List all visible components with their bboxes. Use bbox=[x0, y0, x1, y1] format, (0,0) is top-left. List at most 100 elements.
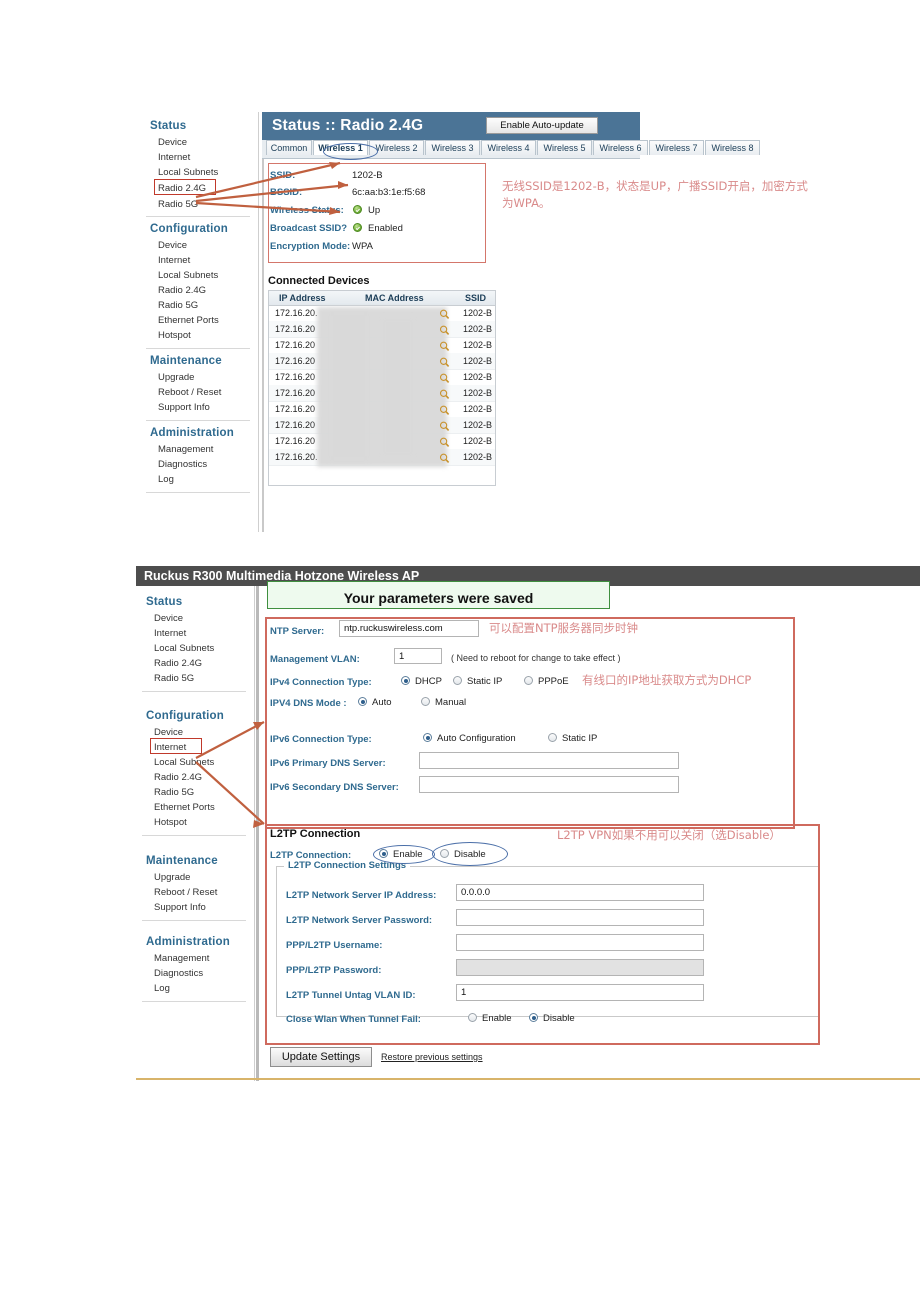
search-icon[interactable] bbox=[439, 355, 450, 367]
p2-sidebar-item-reboot-reset[interactable]: Reboot / Reset bbox=[154, 887, 217, 898]
tab-wireless-6[interactable]: Wireless 6 bbox=[593, 140, 648, 155]
p2-sidebar-item-upgrade[interactable]: Upgrade bbox=[154, 872, 190, 883]
broadcast-ssid-label: Broadcast SSID? bbox=[270, 223, 348, 234]
l2tp-server-password-label: L2TP Network Server Password: bbox=[286, 915, 433, 926]
sidebar-item-upgrade[interactable]: Upgrade bbox=[158, 372, 194, 383]
close-wlan-radio-disable[interactable] bbox=[529, 1013, 538, 1022]
p2-sidebar-item-radio-5g[interactable]: Radio 5G bbox=[154, 673, 194, 684]
tab-wireless-3[interactable]: Wireless 3 bbox=[425, 140, 480, 155]
ipv4-dns-radio-auto[interactable] bbox=[358, 697, 367, 706]
ipv4-radio-pppoe-label: PPPoE bbox=[538, 676, 569, 687]
ipv4-radio-dhcp[interactable] bbox=[401, 676, 410, 685]
sidebar-item-log[interactable]: Log bbox=[158, 474, 174, 485]
p2-sidebar-item-support-info[interactable]: Support Info bbox=[154, 902, 206, 913]
wireless-info-block: SSID: 1202-B BSSID: 6c:aa:b3:1e:f5:68 Wi… bbox=[270, 166, 480, 274]
cell-ip-address: 172.16.20 bbox=[275, 420, 316, 430]
tab-wireless-4[interactable]: Wireless 4 bbox=[481, 140, 536, 155]
p2-sidebar-divider-3 bbox=[142, 920, 246, 921]
sidebar-item-cfg-internet[interactable]: Internet bbox=[158, 255, 190, 266]
tab-wireless-7[interactable]: Wireless 7 bbox=[649, 140, 704, 155]
p2-sidebar-item-log[interactable]: Log bbox=[154, 983, 170, 994]
p2-sidebar-group-configuration: Configuration bbox=[146, 710, 224, 722]
search-icon[interactable] bbox=[439, 323, 450, 335]
ipv6-primary-dns-label: IPv6 Primary DNS Server: bbox=[270, 758, 386, 769]
p2-sidebar-item-cfg-hotspot[interactable]: Hotspot bbox=[154, 817, 187, 828]
sidebar-item-reboot-reset[interactable]: Reboot / Reset bbox=[158, 387, 221, 398]
restore-previous-settings-link[interactable]: Restore previous settings bbox=[381, 1052, 483, 1062]
sidebar-item-radio-5g[interactable]: Radio 5G bbox=[158, 199, 198, 210]
ntp-server-input[interactable]: ntp.ruckuswireless.com bbox=[339, 620, 479, 637]
p2-sidebar-item-local-subnets[interactable]: Local Subnets bbox=[154, 643, 214, 654]
bssid-value: 6c:aa:b3:1e:f5:68 bbox=[352, 187, 426, 198]
l2tp-server-ip-input[interactable]: 0.0.0.0 bbox=[456, 884, 704, 901]
sidebar-group-configuration: Configuration bbox=[150, 223, 228, 235]
cell-ip-address: 172.16.20. bbox=[275, 308, 318, 318]
tab-common[interactable]: Common bbox=[266, 140, 312, 155]
sidebar-item-local-subnets[interactable]: Local Subnets bbox=[158, 167, 218, 178]
sidebar-divider-2 bbox=[146, 348, 250, 349]
ipv6-secondary-dns-input[interactable] bbox=[419, 776, 679, 793]
cell-ip-address: 172.16.20 bbox=[275, 404, 316, 414]
redacted-mac-column-2 bbox=[329, 311, 369, 461]
panel1-content-divider bbox=[262, 112, 264, 532]
search-icon[interactable] bbox=[439, 451, 450, 463]
sidebar-item-management[interactable]: Management bbox=[158, 444, 213, 455]
search-icon[interactable] bbox=[439, 339, 450, 351]
ipv6-primary-dns-input[interactable] bbox=[419, 752, 679, 769]
p2-sidebar-item-cfg-device[interactable]: Device bbox=[154, 727, 183, 738]
search-icon[interactable] bbox=[439, 371, 450, 383]
ipv6-radio-auto-config[interactable] bbox=[423, 733, 432, 742]
ipv4-radio-static-ip-label: Static IP bbox=[467, 676, 503, 687]
l2tp-untag-vlan-input[interactable]: 1 bbox=[456, 984, 704, 1001]
sidebar-item-cfg-device[interactable]: Device bbox=[158, 240, 187, 251]
ipv4-dns-radio-manual[interactable] bbox=[421, 697, 430, 706]
ppp-l2tp-username-input[interactable] bbox=[456, 934, 704, 951]
sidebar-item-cfg-hotspot[interactable]: Hotspot bbox=[158, 330, 191, 341]
ipv4-radio-static-ip[interactable] bbox=[453, 676, 462, 685]
search-icon[interactable] bbox=[439, 435, 450, 447]
sidebar-item-cfg-radio-5g[interactable]: Radio 5G bbox=[158, 300, 198, 311]
p2-sidebar-item-internet[interactable]: Internet bbox=[154, 628, 186, 639]
p2-sidebar-item-cfg-radio-5g[interactable]: Radio 5G bbox=[154, 787, 194, 798]
p2-sidebar-divider-2 bbox=[142, 835, 246, 836]
p2-sidebar-item-cfg-ethernet-ports[interactable]: Ethernet Ports bbox=[154, 802, 215, 813]
ipv6-radio-static-ip[interactable] bbox=[548, 733, 557, 742]
ppp-l2tp-password-input[interactable] bbox=[456, 959, 704, 976]
p2-sidebar-item-management[interactable]: Management bbox=[154, 953, 209, 964]
cell-ip-address: 172.16.20. bbox=[275, 452, 318, 462]
search-icon[interactable] bbox=[439, 387, 450, 399]
tab-wireless-2[interactable]: Wireless 2 bbox=[369, 140, 424, 155]
l2tp-radio-disable[interactable] bbox=[440, 849, 449, 858]
broadcast-enabled-check-icon bbox=[353, 223, 362, 232]
sidebar-item-support-info[interactable]: Support Info bbox=[158, 402, 210, 413]
sidebar-item-diagnostics[interactable]: Diagnostics bbox=[158, 459, 207, 470]
p2-sidebar-item-cfg-radio-24g[interactable]: Radio 2.4G bbox=[154, 772, 202, 783]
management-vlan-input[interactable]: 1 bbox=[394, 648, 442, 664]
search-icon[interactable] bbox=[439, 403, 450, 415]
p2-sidebar-item-diagnostics[interactable]: Diagnostics bbox=[154, 968, 203, 979]
ipv4-radio-pppoe[interactable] bbox=[524, 676, 533, 685]
annotation-text-dhcp: 有线口的IP地址获取方式为DHCP bbox=[582, 673, 752, 687]
sidebar-item-cfg-ethernet-ports[interactable]: Ethernet Ports bbox=[158, 315, 219, 326]
update-settings-button[interactable]: Update Settings bbox=[270, 1047, 372, 1067]
cell-ssid: 1202-B bbox=[463, 308, 493, 318]
tab-wireless-5[interactable]: Wireless 5 bbox=[537, 140, 592, 155]
close-wlan-radio-enable[interactable] bbox=[468, 1013, 477, 1022]
l2tp-radio-enable[interactable] bbox=[379, 849, 388, 858]
tab-wireless-8[interactable]: Wireless 8 bbox=[705, 140, 760, 155]
p2-sidebar-item-device[interactable]: Device bbox=[154, 613, 183, 624]
sidebar-item-device[interactable]: Device bbox=[158, 137, 187, 148]
enable-auto-update-button[interactable]: Enable Auto-update bbox=[486, 117, 598, 134]
sidebar-item-cfg-local-subnets[interactable]: Local Subnets bbox=[158, 270, 218, 281]
p2-sidebar-item-cfg-local-subnets[interactable]: Local Subnets bbox=[154, 757, 214, 768]
sidebar-item-internet[interactable]: Internet bbox=[158, 152, 190, 163]
search-icon[interactable] bbox=[439, 307, 450, 319]
l2tp-server-password-input[interactable] bbox=[456, 909, 704, 926]
p2-sidebar-item-radio-24g[interactable]: Radio 2.4G bbox=[154, 658, 202, 669]
cell-ip-address: 172.16.20 bbox=[275, 388, 316, 398]
highlight-box-radio-24g bbox=[154, 179, 216, 195]
encryption-mode-label: Encryption Mode: bbox=[270, 241, 351, 252]
tab-wireless-1[interactable]: Wireless 1 bbox=[313, 140, 368, 155]
sidebar-item-cfg-radio-24g[interactable]: Radio 2.4G bbox=[158, 285, 206, 296]
search-icon[interactable] bbox=[439, 419, 450, 431]
